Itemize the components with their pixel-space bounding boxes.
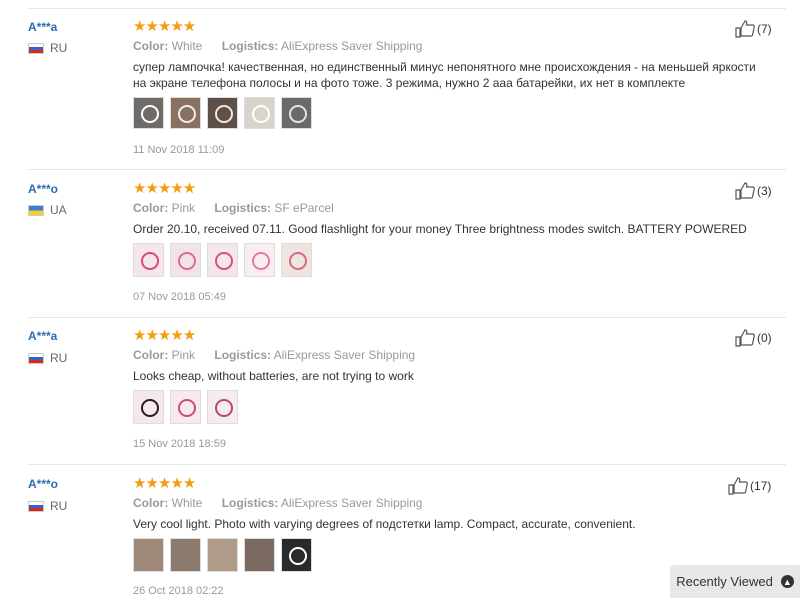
review-photo[interactable] <box>281 243 312 277</box>
color-value: Pink <box>171 201 196 215</box>
like-count: (7) <box>757 22 772 36</box>
russia-flag-icon <box>28 352 44 364</box>
review-photo[interactable] <box>281 97 312 129</box>
review-photo[interactable] <box>170 97 201 129</box>
reviewer-country: RU <box>28 41 67 55</box>
like-button[interactable]: (17) <box>728 477 771 495</box>
country-code: UA <box>50 203 67 217</box>
like-button[interactable]: (7) <box>735 20 772 38</box>
logistics-value: AliExpress Saver Shipping <box>273 348 416 362</box>
recently-viewed-button[interactable]: Recently Viewed ▲ <box>670 565 800 598</box>
review-date: 07 Nov 2018 05:49 <box>133 291 226 303</box>
reviewer-name[interactable]: A***a <box>28 20 57 34</box>
review-text: Order 20.10, received 07.11. Good flashl… <box>133 222 747 236</box>
review-photos <box>133 243 318 277</box>
reviewer-country: UA <box>28 203 67 217</box>
like-count: (17) <box>750 479 772 493</box>
order-info: Color: White Logistics: AliExpress Saver… <box>133 496 438 510</box>
russia-flag-icon <box>28 42 44 54</box>
star-rating: ★★★★★ <box>133 475 196 492</box>
star-rating: ★★★★★ <box>133 180 196 197</box>
russia-flag-icon <box>28 500 44 512</box>
reviewer-name[interactable]: A***o <box>28 477 58 491</box>
logistics-label: Logistics: <box>221 39 279 53</box>
order-info: Color: Pink Logistics: SF eParcel <box>133 201 350 215</box>
review-photo[interactable] <box>207 97 238 129</box>
color-label: Color: <box>133 348 169 362</box>
review-photo[interactable] <box>207 538 238 572</box>
color-value: Pink <box>171 348 196 362</box>
like-button[interactable]: (0) <box>735 329 772 347</box>
star-rating: ★★★★★ <box>133 18 196 35</box>
thumbs-up-icon <box>735 329 755 347</box>
review-photos <box>133 390 244 424</box>
review-photo[interactable] <box>244 538 275 572</box>
logistics-label: Logistics: <box>214 201 272 215</box>
country-code: RU <box>50 41 68 55</box>
review-item: A***a RU ★★★★★ Color: Pink Logistics: Al… <box>0 318 800 465</box>
review-photo[interactable] <box>170 243 201 277</box>
recently-viewed-label: Recently Viewed <box>676 574 773 589</box>
review-date: 26 Oct 2018 02:22 <box>133 585 224 597</box>
review-photo[interactable] <box>281 538 312 572</box>
reviewer-country: RU <box>28 351 67 365</box>
review-item: A***a RU ★★★★★ Color: White Logistics: A… <box>0 10 800 170</box>
logistics-label: Logistics: <box>221 496 279 510</box>
top-divider <box>28 8 786 9</box>
review-photo[interactable] <box>244 243 275 277</box>
review-photo[interactable] <box>207 390 238 424</box>
review-photo[interactable] <box>133 538 164 572</box>
review-date: 15 Nov 2018 18:59 <box>133 438 226 450</box>
star-rating: ★★★★★ <box>133 327 196 344</box>
color-value: White <box>171 496 203 510</box>
review-photo[interactable] <box>244 97 275 129</box>
review-date: 11 Nov 2018 11:09 <box>133 144 225 156</box>
like-count: (3) <box>757 184 772 198</box>
thumbs-up-icon <box>728 477 748 495</box>
color-label: Color: <box>133 201 169 215</box>
review-photo[interactable] <box>170 390 201 424</box>
reviewer-name[interactable]: A***a <box>28 329 57 343</box>
reviewer-name[interactable]: A***o <box>28 182 58 196</box>
country-code: RU <box>50 351 68 365</box>
logistics-value: SF eParcel <box>274 201 334 215</box>
review-photo[interactable] <box>170 538 201 572</box>
order-info: Color: Pink Logistics: AliExpress Saver … <box>133 348 431 362</box>
thumbs-up-icon <box>735 182 755 200</box>
country-code: RU <box>50 499 68 513</box>
color-value: White <box>171 39 203 53</box>
review-text: Very cool light. Photo with varying degr… <box>133 517 636 531</box>
like-count: (0) <box>757 331 772 345</box>
color-label: Color: <box>133 39 169 53</box>
review-photos <box>133 538 318 572</box>
chevron-up-icon: ▲ <box>780 575 794 588</box>
like-button[interactable]: (3) <box>735 182 772 200</box>
color-label: Color: <box>133 496 169 510</box>
review-item: A***o UA ★★★★★ Color: Pink Logistics: SF… <box>0 170 800 318</box>
logistics-value: AliExpress Saver Shipping <box>281 496 423 510</box>
thumbs-up-icon <box>735 20 755 38</box>
review-text: супер лампочка! качественная, но единств… <box>133 60 756 90</box>
logistics-label: Logistics: <box>214 348 272 362</box>
review-photo[interactable] <box>133 97 164 129</box>
ukraine-flag-icon <box>28 204 44 216</box>
review-photo[interactable] <box>207 243 238 277</box>
review-photos <box>133 97 318 129</box>
review-photo[interactable] <box>133 390 164 424</box>
review-text: Looks cheap, without batteries, are not … <box>133 369 414 383</box>
logistics-value: AliExpress Saver Shipping <box>281 39 423 53</box>
order-info: Color: White Logistics: AliExpress Saver… <box>133 39 438 53</box>
review-photo[interactable] <box>133 243 164 277</box>
reviewer-country: RU <box>28 499 67 513</box>
